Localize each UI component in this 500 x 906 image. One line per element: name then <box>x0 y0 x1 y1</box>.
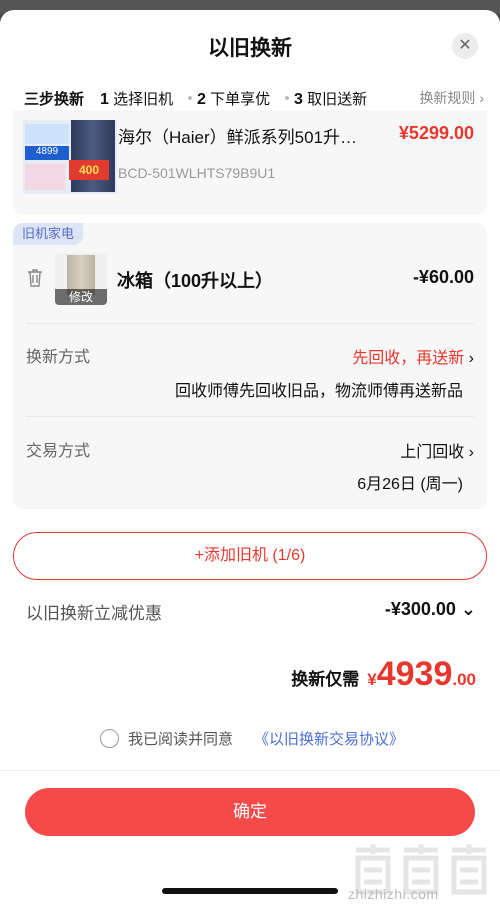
rules-link[interactable]: 换新规则 › <box>419 88 484 108</box>
old-appliance-price: -¥60.00 <box>412 267 474 287</box>
step-1-number: 1 <box>100 91 109 108</box>
new-product-card: 4899 400 海尔（Haier）鲜派系列501升… ¥5299.00 BCD… <box>13 110 487 214</box>
exchange-method-selector[interactable]: 先回收，再送新 › <box>352 344 474 368</box>
trash-icon[interactable] <box>27 269 43 287</box>
sheet-title: 以旧换新 <box>208 37 292 60</box>
product-image: 4899 400 <box>23 120 117 194</box>
product-model: BCD-501WLHTS79B9U1 <box>118 165 276 181</box>
home-indicator <box>162 888 338 894</box>
step-2: 2 下单享优 <box>197 88 270 109</box>
product-price: ¥5299.00 <box>398 123 474 143</box>
step-2-label: 下单享优 <box>210 91 271 108</box>
product-name: 海尔（Haier）鲜派系列501升… <box>118 128 357 147</box>
exchange-method-value: 先回收，再送新 <box>352 350 465 367</box>
steps-label: 三步换新 <box>24 91 85 108</box>
chevron-down-icon: ⌄ <box>460 599 476 619</box>
confirm-button[interactable]: 确定 <box>25 788 475 836</box>
product-image-banner <box>25 124 69 144</box>
discount-value: -¥300.00 <box>384 599 456 619</box>
trade-method-value: 上门回收 <box>400 444 465 461</box>
step-3: 3 取旧送新 <box>294 88 367 109</box>
exchange-method-label: 换新方式 <box>26 349 91 366</box>
old-appliance-tag: 旧机家电 <box>13 223 83 245</box>
edit-old-appliance-button[interactable]: 修改 <box>55 289 107 305</box>
trade-method-date: 6月26日 (周一) <box>357 476 463 493</box>
old-appliance-image[interactable]: 修改 <box>55 253 107 305</box>
total-decimal: .00 <box>452 670 476 689</box>
agreement-text: 我已阅读并同意 <box>128 731 234 748</box>
discount-label: 以旧换新立减优惠 <box>26 604 162 623</box>
step-1: 1 选择旧机 <box>100 88 173 109</box>
divider <box>26 416 474 417</box>
step-separator <box>285 96 289 100</box>
steps-bar: 三步换新 1 选择旧机 2 下单享优 3 取旧送新 换新规则 › <box>24 88 484 110</box>
watermark-text: zhizhizhi.com <box>348 886 439 902</box>
trade-method-label: 交易方式 <box>26 443 91 460</box>
step-3-number: 3 <box>294 91 303 108</box>
product-image-price-badge: 4899 <box>25 146 69 160</box>
step-2-number: 2 <box>197 91 206 108</box>
total-currency: ¥ <box>367 670 377 689</box>
step-1-label: 选择旧机 <box>113 91 174 108</box>
agreement-radio[interactable] <box>100 729 119 748</box>
product-fridge-graphic <box>71 120 115 192</box>
divider <box>26 323 474 324</box>
old-appliance-card: 旧机家电 修改 冰箱（100升以上） -¥60.00 换新方式 先回收，再送新 … <box>13 223 487 509</box>
step-3-label: 取旧送新 <box>307 91 368 108</box>
total-label: 换新仅需 <box>291 670 360 689</box>
close-icon[interactable]: ✕ <box>452 33 478 59</box>
product-image-discount-badge: 400 <box>69 160 109 180</box>
exchange-method-description: 回收师傅先回收旧品，物流师傅再送新品 <box>174 383 463 400</box>
agreement-link[interactable]: 《以旧换新交易协议》 <box>254 728 404 749</box>
product-image-promo <box>25 164 65 190</box>
old-appliance-name: 冰箱（100升以上） <box>117 271 274 291</box>
step-separator <box>188 96 192 100</box>
add-old-appliance-button[interactable]: +添加旧机 (1/6) <box>13 532 487 580</box>
chevron-right-icon: › <box>479 90 484 106</box>
trade-in-sheet: 以旧换新 ✕ 三步换新 1 选择旧机 2 下单享优 3 取旧送新 换新规则 › … <box>0 10 500 906</box>
total-integer: 4939 <box>376 655 453 693</box>
rules-link-label: 换新规则 <box>419 90 476 106</box>
trade-method-selector[interactable]: 上门回收 › <box>400 438 474 462</box>
divider <box>0 770 500 771</box>
chevron-right-icon: › <box>468 444 474 461</box>
total-price: 换新仅需 ¥4939.00 <box>291 655 476 694</box>
chevron-right-icon: › <box>468 350 474 367</box>
discount-selector[interactable]: -¥300.00 ⌄ <box>385 599 476 620</box>
